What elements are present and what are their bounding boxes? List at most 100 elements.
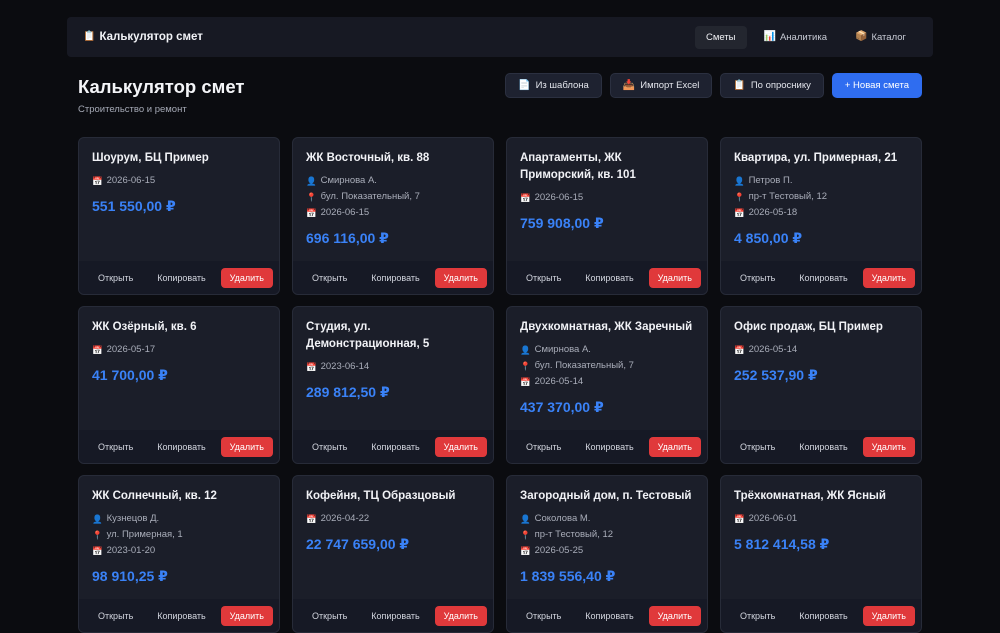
card-body: Апартаменты, ЖК Приморский, кв. 101 📅 2026… [507, 138, 707, 232]
from-template-button[interactable]: 📄 Из шаблона [505, 73, 602, 98]
open-button[interactable]: Открыть [731, 606, 784, 626]
copy-button[interactable]: Копировать [362, 268, 428, 288]
by-survey-button[interactable]: 📋 По опроснику [720, 73, 824, 98]
open-button[interactable]: Открыть [517, 437, 570, 457]
delete-button[interactable]: Удалить [220, 267, 273, 288]
open-button[interactable]: Открыть [303, 606, 356, 626]
survey-icon: 📋 [733, 79, 746, 91]
copy-button[interactable]: Копировать [790, 437, 856, 457]
date-text: 2026-06-15 [534, 192, 584, 203]
card-actions: Открыть Копировать Удалить [293, 430, 493, 463]
card-date: 📅 2026-05-14 [520, 374, 694, 390]
delete-button[interactable]: Удалить [862, 436, 915, 457]
estimate-card[interactable]: Офис продаж, БЦ Пример 📅 2026-05-14 252 537… [720, 306, 922, 464]
estimate-card[interactable]: Трёхкомнатная, ЖК Ясный 📅 2026-06-01 5 812 … [720, 475, 922, 633]
delete-button[interactable]: Удалить [220, 436, 273, 457]
card-price: 41 700,00 ₽ [92, 367, 168, 383]
delete-button[interactable]: Удалить [648, 267, 701, 288]
page-subtitle: Строительство и ремонт [78, 104, 187, 115]
open-button[interactable]: Открыть [731, 268, 784, 288]
card-actions: Открыть Копировать Удалить [79, 430, 279, 463]
estimate-card[interactable]: ЖК Восточный, кв. 88 👤 Смирнова А. 📍 бул. По… [292, 137, 494, 295]
card-title: ЖК Восточный, кв. 88 [306, 152, 430, 164]
open-button[interactable]: Открыть [517, 606, 570, 626]
card-title: Офис продаж, БЦ Пример [734, 321, 883, 333]
copy-button[interactable]: Копировать [148, 437, 214, 457]
client-name: Смирнова А. [534, 344, 591, 355]
pin-icon: 📍 [734, 191, 745, 202]
date-text: 2026-06-01 [748, 513, 798, 524]
estimate-card[interactable]: ЖК Солнечный, кв. 12 👤 Кузнецов Д. 📍 ул. При… [78, 475, 280, 633]
card-client: 👤 Смирнова А. [306, 173, 480, 189]
pin-icon: 📍 [520, 360, 531, 371]
estimate-card[interactable]: Шоурум, БЦ Пример 📅 2026-06-15 551 550,00 ₽… [78, 137, 280, 295]
delete-button[interactable]: Удалить [220, 605, 273, 626]
delete-button[interactable]: Удалить [862, 267, 915, 288]
address-text: пр-т Тестовый, 12 [534, 529, 614, 540]
delete-button[interactable]: Удалить [434, 605, 487, 626]
nav-tabs: Сметы 📊 Аналитика 📦 Каталог [694, 25, 917, 49]
card-price: 4 850,00 ₽ [734, 230, 803, 246]
client-name: Соколова М. [534, 513, 591, 524]
copy-button[interactable]: Копировать [576, 437, 642, 457]
estimate-card[interactable]: ЖК Озёрный, кв. 6 📅 2026-05-17 41 700,00 ₽ О… [78, 306, 280, 464]
new-estimate-button[interactable]: + Новая смета [831, 73, 922, 98]
copy-button[interactable]: Копировать [362, 437, 428, 457]
app-brand[interactable]: 📋 Калькулятор смет [83, 31, 203, 43]
card-price: 252 537,90 ₽ [734, 367, 818, 383]
open-button[interactable]: Открыть [517, 268, 570, 288]
estimate-card[interactable]: Студия, ул. Демонстрационная, 5 📅 2023-06-… [292, 306, 494, 464]
tab-estimates[interactable]: Сметы [694, 25, 747, 49]
card-date: 📅 2026-06-15 [306, 205, 480, 221]
card-body: ЖК Восточный, кв. 88 👤 Смирнова А. 📍 бул. По… [293, 138, 493, 247]
open-button[interactable]: Открыть [89, 606, 142, 626]
card-date: 📅 2023-06-14 [306, 359, 480, 375]
card-title: Загородный дом, п. Тестовый [520, 490, 692, 502]
copy-button[interactable]: Копировать [790, 268, 856, 288]
copy-button[interactable]: Копировать [148, 606, 214, 626]
card-actions: Открыть Копировать Удалить [721, 261, 921, 294]
open-button[interactable]: Открыть [89, 437, 142, 457]
tab-analytics[interactable]: 📊 Аналитика [753, 26, 838, 49]
card-body: Квартира, ул. Примерная, 21 👤 Петров П. 📍 пр… [721, 138, 921, 247]
open-button[interactable]: Открыть [731, 437, 784, 457]
estimate-card[interactable]: Кофейня, ТЦ Образцовый 📅 2026-04-22 22 747 … [292, 475, 494, 633]
delete-button[interactable]: Удалить [648, 436, 701, 457]
card-title: Студия, ул. Демонстрационная, 5 [306, 321, 430, 350]
delete-button[interactable]: Удалить [648, 605, 701, 626]
open-button[interactable]: Открыть [89, 268, 142, 288]
delete-button[interactable]: Удалить [862, 605, 915, 626]
card-date: 📅 2026-06-15 [520, 190, 694, 206]
copy-button[interactable]: Копировать [362, 606, 428, 626]
import-excel-label: Импорт Excel [640, 80, 700, 91]
page-title: Калькулятор смет [78, 76, 245, 97]
open-button[interactable]: Открыть [303, 437, 356, 457]
delete-button[interactable]: Удалить [434, 436, 487, 457]
card-actions: Открыть Копировать Удалить [79, 261, 279, 294]
estimate-card[interactable]: Квартира, ул. Примерная, 21 👤 Петров П. 📍 пр… [720, 137, 922, 295]
card-actions: Открыть Копировать Удалить [721, 599, 921, 632]
date-text: 2026-06-15 [320, 207, 370, 218]
copy-button[interactable]: Копировать [790, 606, 856, 626]
card-body: Кофейня, ТЦ Образцовый 📅 2026-04-22 22 747 … [293, 476, 493, 553]
card-title: Трёхкомнатная, ЖК Ясный [734, 490, 886, 502]
tab-catalog[interactable]: 📦 Каталог [844, 26, 917, 49]
card-date: 📅 2026-05-17 [92, 342, 266, 358]
card-client: 👤 Кузнецов Д. [92, 511, 266, 527]
date-text: 2026-05-25 [534, 545, 584, 556]
estimate-card[interactable]: Двухкомнатная, ЖК Заречный 👤 Смирнова А. 📍 б… [506, 306, 708, 464]
pin-icon: 📍 [92, 529, 103, 540]
card-address: 📍 бул. Показательный, 7 [520, 358, 694, 374]
copy-button[interactable]: Копировать [576, 606, 642, 626]
date-text: 2023-06-14 [320, 361, 370, 372]
estimate-card[interactable]: Загородный дом, п. Тестовый 👤 Соколова М. 📍… [506, 475, 708, 633]
estimate-card[interactable]: Апартаменты, ЖК Приморский, кв. 101 📅 2026… [506, 137, 708, 295]
card-actions: Открыть Копировать Удалить [507, 430, 707, 463]
copy-button[interactable]: Копировать [576, 268, 642, 288]
open-button[interactable]: Открыть [303, 268, 356, 288]
delete-button[interactable]: Удалить [434, 267, 487, 288]
import-excel-button[interactable]: 📥 Импорт Excel [609, 73, 713, 98]
copy-button[interactable]: Копировать [148, 268, 214, 288]
card-body: Трёхкомнатная, ЖК Ясный 📅 2026-06-01 5 812 … [721, 476, 921, 553]
card-price: 289 812,50 ₽ [306, 384, 390, 400]
